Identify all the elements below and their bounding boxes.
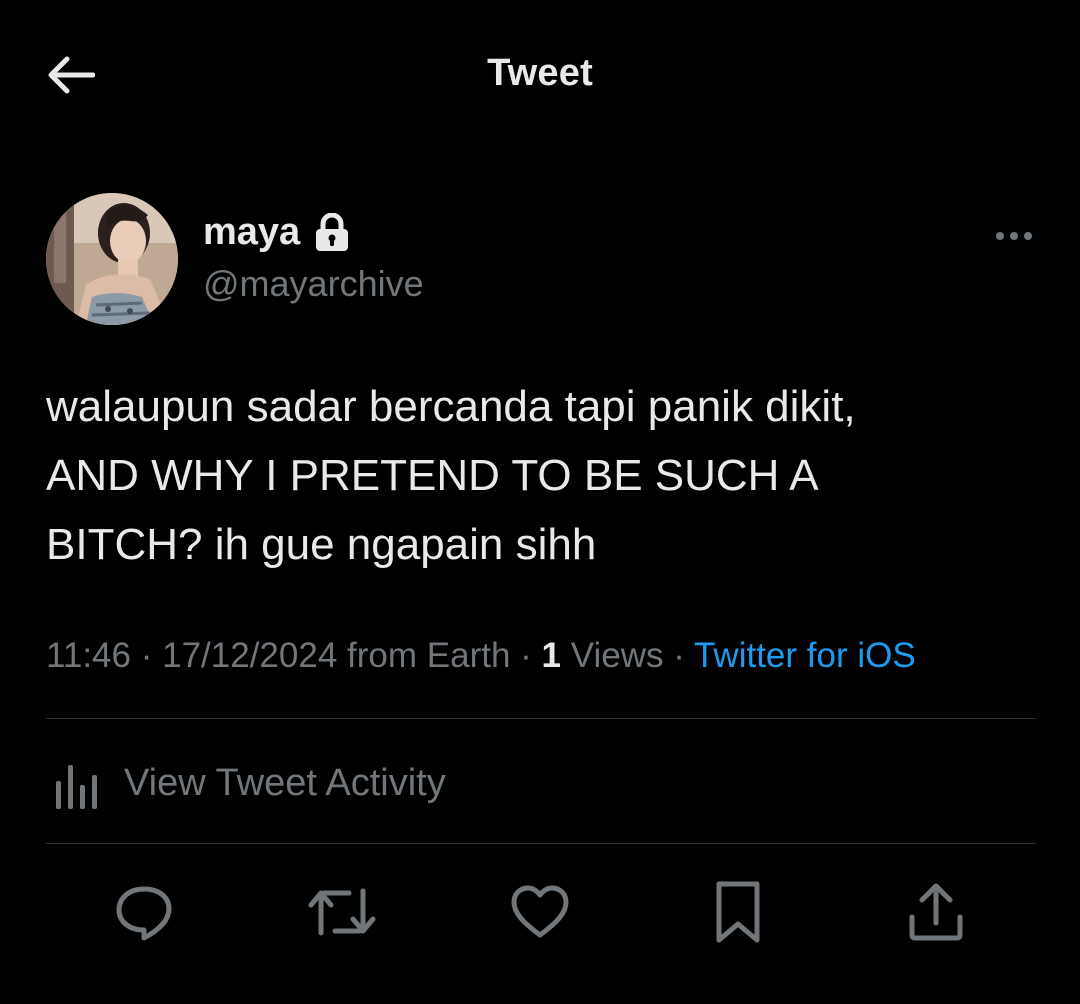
avatar[interactable] <box>46 193 178 325</box>
bookmark-icon <box>716 881 760 943</box>
tweet-time: 11:46 <box>46 636 131 675</box>
page-title: Tweet <box>487 52 593 94</box>
tweet-action-bar <box>46 872 1036 952</box>
tweet-author: maya @mayarchive <box>46 193 1036 328</box>
ellipsis-icon <box>996 232 1032 240</box>
views-label: Views <box>570 636 664 675</box>
tweet-text-line: AND WHY I PRETEND TO BE SUCH A <box>46 451 819 500</box>
divider <box>46 718 1036 719</box>
meta-separator: · <box>140 636 153 675</box>
share-button[interactable] <box>896 872 976 952</box>
heart-icon <box>511 885 569 938</box>
tweet-metadata: 11:46 · 17/12/2024 from Earth · 1 Views … <box>46 636 1036 676</box>
username-handle[interactable]: @mayarchive <box>203 263 424 305</box>
avatar-image <box>46 193 178 325</box>
display-name-link[interactable]: maya <box>203 211 350 254</box>
retweet-button[interactable] <box>302 872 382 952</box>
bookmark-button[interactable] <box>698 872 778 952</box>
reply-icon <box>116 886 172 941</box>
lock-icon <box>316 212 349 251</box>
tweet-source-link[interactable]: Twitter for iOS <box>694 636 916 675</box>
view-tweet-activity-button[interactable]: View Tweet Activity <box>46 752 446 814</box>
view-tweet-activity-label: View Tweet Activity <box>124 761 446 804</box>
meta-separator: · <box>673 636 685 675</box>
bar-chart-icon <box>56 765 97 809</box>
tweet-location: from Earth <box>347 636 511 675</box>
tweet-date: 17/12/2024 <box>162 636 338 675</box>
divider <box>46 843 1036 844</box>
reply-button[interactable] <box>104 872 184 952</box>
tweet-text-line: walaupun sadar bercanda tapi panik dikit… <box>46 382 856 431</box>
share-icon <box>909 883 963 941</box>
like-button[interactable] <box>500 872 580 952</box>
views-count: 1 <box>541 636 562 675</box>
tweet-text: walaupun sadar bercanda tapi panik dikit… <box>46 372 1036 579</box>
more-options-button[interactable] <box>992 221 1036 251</box>
retweet-icon <box>308 888 376 936</box>
meta-separator: · <box>520 636 532 675</box>
display-name: maya <box>203 211 301 253</box>
tweet-text-line: BITCH? ih gue ngapain sihh <box>46 520 597 569</box>
top-bar: Tweet <box>0 0 1080 150</box>
